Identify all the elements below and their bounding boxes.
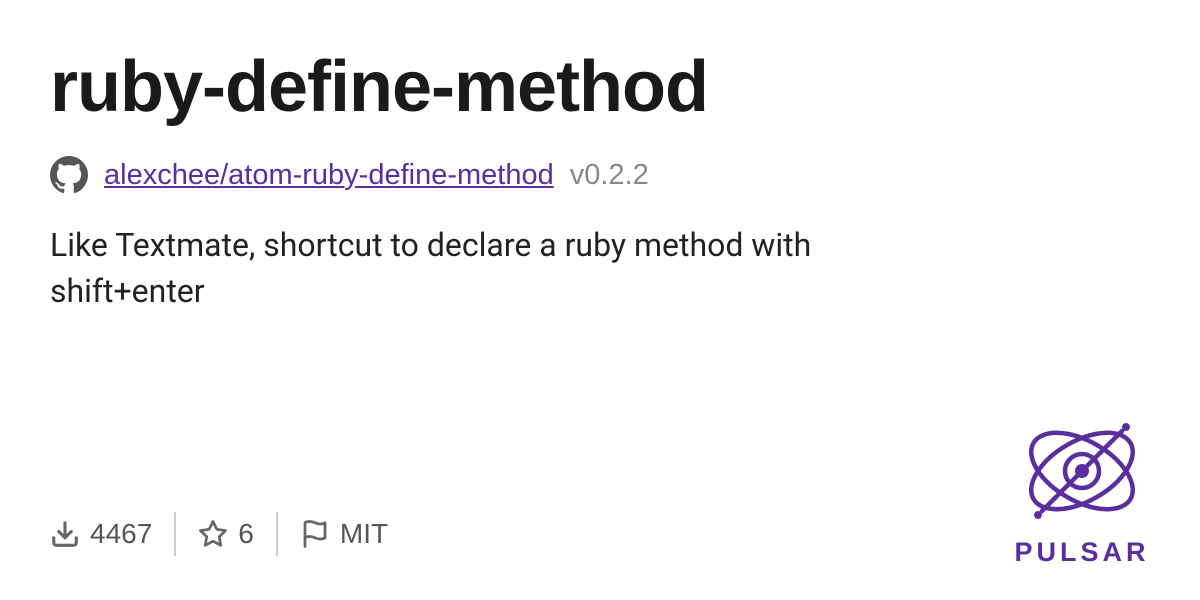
repo-link[interactable]: alexchee/atom-ruby-define-method bbox=[104, 159, 554, 192]
brand-logo: PULSAR bbox=[1012, 411, 1152, 568]
package-title: ruby-define-method bbox=[50, 46, 1150, 128]
stars-stat: 6 bbox=[176, 518, 276, 550]
flag-icon bbox=[300, 519, 330, 549]
stats-row: 4467 6 MIT bbox=[50, 512, 410, 556]
version-label: v0.2.2 bbox=[570, 159, 649, 192]
pulsar-icon bbox=[1012, 411, 1152, 531]
stars-count: 6 bbox=[238, 518, 254, 550]
brand-name: PULSAR bbox=[1014, 537, 1149, 568]
license-label: MIT bbox=[340, 518, 388, 550]
downloads-stat: 4467 bbox=[50, 518, 174, 550]
downloads-count: 4467 bbox=[90, 518, 152, 550]
download-icon bbox=[50, 519, 80, 549]
license-stat: MIT bbox=[278, 518, 410, 550]
repo-row: alexchee/atom-ruby-define-method v0.2.2 bbox=[50, 156, 1150, 194]
github-icon bbox=[50, 156, 88, 194]
star-icon bbox=[198, 519, 228, 549]
package-description: Like Textmate, shortcut to declare a rub… bbox=[50, 222, 830, 315]
